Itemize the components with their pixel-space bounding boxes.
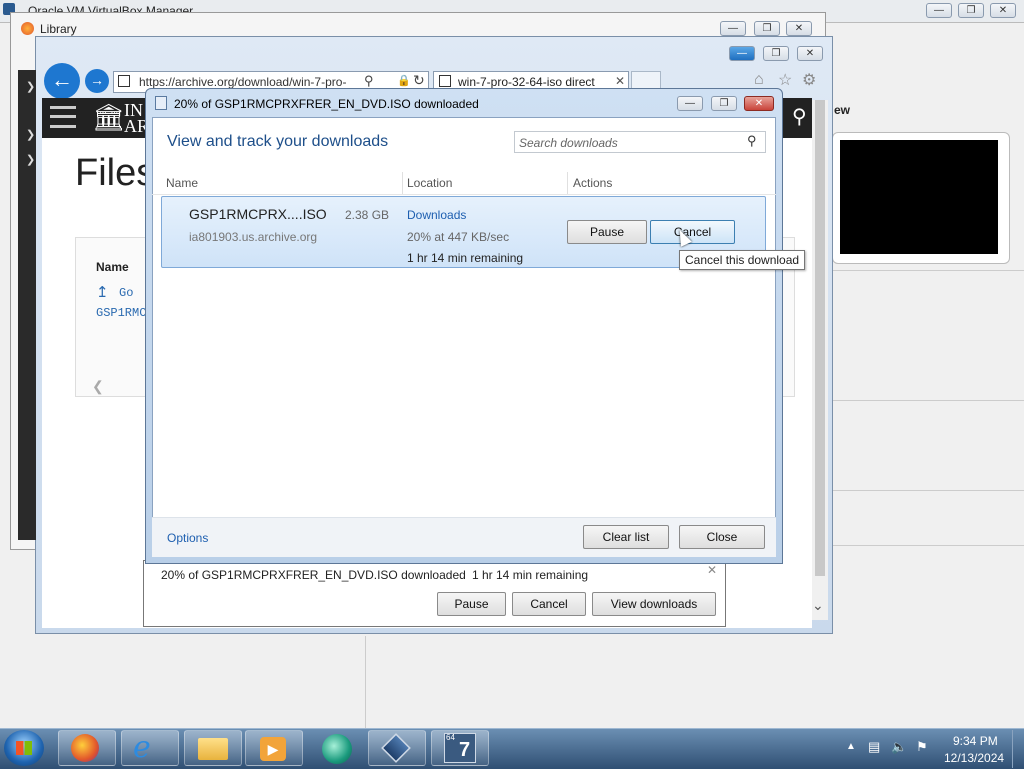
- view-downloads-button[interactable]: View downloads: [592, 592, 716, 616]
- download-icon: [155, 96, 167, 110]
- header-separator: [152, 194, 776, 195]
- media-player-icon: ▶: [260, 737, 286, 761]
- scrollbar-thumb[interactable]: [815, 100, 825, 576]
- download-size: 2.38 GB: [345, 208, 390, 222]
- vbox-divider: [365, 636, 366, 728]
- file-row-link[interactable]: GSP1RMC: [96, 306, 146, 320]
- win7-app-label: 64: [446, 733, 455, 742]
- ie-close-button[interactable]: ✕: [797, 46, 823, 61]
- download-progress-text: 20% at 447 KB/sec: [407, 230, 510, 244]
- library-maximize-button[interactable]: ❐: [754, 21, 780, 36]
- site-icon: [118, 75, 130, 87]
- lock-icon: 🔒: [397, 75, 411, 87]
- ie-taskbar-icon: e: [133, 730, 151, 765]
- download-filename: GSP1RMCPRX....ISO: [189, 206, 327, 222]
- vbox-divider: [830, 490, 1024, 491]
- folder-icon: [198, 738, 228, 760]
- archive-logo-icon: 🏛: [92, 102, 126, 132]
- hamburger-middle-line: [50, 115, 76, 118]
- download-remaining: 1 hr 14 min remaining: [407, 251, 524, 265]
- dialog-maximize-button[interactable]: ❐: [711, 96, 737, 111]
- tab-site-icon: [439, 75, 451, 87]
- parent-directory-link[interactable]: Go: [119, 286, 133, 300]
- home-icon[interactable]: ⌂: [754, 71, 764, 89]
- vbox-minimize-button[interactable]: —: [926, 3, 952, 18]
- column-divider: [567, 172, 568, 194]
- show-desktop-button[interactable]: [1012, 730, 1024, 768]
- volume-icon[interactable]: 🔈: [891, 739, 907, 755]
- table-head-name: Name: [96, 260, 129, 274]
- archive-search-icon[interactable]: ⚲: [792, 104, 807, 129]
- ie-maximize-button[interactable]: ❐: [763, 46, 789, 61]
- pause-button[interactable]: Pause: [567, 220, 647, 244]
- teal-app-icon[interactable]: [322, 734, 352, 764]
- horizontal-scroll-left-icon[interactable]: ❮: [92, 378, 104, 395]
- vbox-maximize-button[interactable]: ❐: [958, 3, 984, 18]
- vm-preview-screen: [840, 140, 998, 254]
- notification-close-icon[interactable]: ✕: [707, 563, 717, 577]
- search-icon[interactable]: ⚲: [747, 133, 757, 149]
- cancel-tooltip: Cancel this download: [679, 250, 806, 270]
- sidebar-arrow-icon[interactable]: ❯: [26, 128, 35, 141]
- notification-cancel-button[interactable]: Cancel: [512, 592, 586, 616]
- dialog-heading: View and track your downloads: [167, 133, 389, 150]
- tab-close-icon[interactable]: ✕: [615, 74, 625, 88]
- settings-gear-icon[interactable]: ⚙: [802, 70, 816, 90]
- dialog-title: 20% of GSP1RMCPRXFRER_EN_DVD.ISO downloa…: [174, 97, 479, 111]
- firefox-taskbar-icon: [71, 734, 99, 762]
- dialog-minimize-button[interactable]: —: [677, 96, 703, 111]
- library-minimize-button[interactable]: —: [720, 21, 746, 36]
- download-source: ia801903.us.archive.org: [189, 230, 318, 244]
- column-actions[interactable]: Actions: [573, 176, 612, 190]
- clock-time[interactable]: 9:34 PM: [953, 734, 998, 748]
- search-downloads-input[interactable]: Search downloads: [519, 136, 618, 150]
- library-close-button[interactable]: ✕: [786, 21, 812, 36]
- firefox-icon: [21, 22, 34, 35]
- ie-minimize-button[interactable]: —: [729, 46, 755, 61]
- tab-title: win-7-pro-32-64-iso direct: [458, 75, 595, 89]
- sidebar-arrow-icon[interactable]: ❯: [26, 80, 35, 93]
- address-search-icon[interactable]: ⚲: [364, 73, 374, 89]
- notification-pause-button[interactable]: Pause: [437, 592, 506, 616]
- firefox-library-title: Library: [40, 22, 77, 36]
- close-button[interactable]: Close: [679, 525, 765, 549]
- vbox-divider: [830, 400, 1024, 401]
- win7-app-digit: 7: [459, 739, 471, 761]
- back-button[interactable]: ←: [44, 63, 80, 99]
- action-center-flag-icon[interactable]: ⚑: [916, 739, 928, 755]
- windows-logo-icon: [16, 741, 32, 755]
- page-heading: Files: [75, 152, 156, 194]
- dialog-close-button[interactable]: ✕: [744, 96, 774, 111]
- network-icon[interactable]: ▤: [868, 739, 880, 755]
- forward-button[interactable]: →: [85, 69, 109, 93]
- vbox-close-button[interactable]: ✕: [990, 3, 1016, 18]
- cancel-button[interactable]: Cancel: [650, 220, 735, 244]
- sidebar-arrow-icon[interactable]: ❯: [26, 153, 35, 166]
- column-divider: [402, 172, 403, 194]
- options-link[interactable]: Options: [167, 531, 208, 545]
- column-name[interactable]: Name: [166, 176, 198, 190]
- parent-directory-icon[interactable]: ↥: [96, 283, 109, 301]
- scroll-down-arrow-icon[interactable]: ⌄: [812, 597, 824, 614]
- clock-date[interactable]: 12/13/2024: [944, 751, 1004, 765]
- dialog-body: [152, 117, 776, 557]
- notification-remaining: 1 hr 14 min remaining: [472, 568, 589, 582]
- address-url: https://archive.org/download/win-7-pro-: [139, 75, 347, 89]
- download-location-link[interactable]: Downloads: [407, 208, 466, 222]
- vbox-divider: [830, 270, 1024, 271]
- vbox-divider: [830, 545, 1024, 546]
- refresh-icon[interactable]: ↻: [413, 72, 425, 89]
- notification-text: 20% of GSP1RMCPRXFRER_EN_DVD.ISO downloa…: [161, 568, 466, 582]
- show-hidden-icons[interactable]: ▲: [846, 741, 856, 752]
- clear-list-button[interactable]: Clear list: [583, 525, 669, 549]
- preview-label: ew: [834, 103, 851, 117]
- favorites-star-icon[interactable]: ☆: [778, 70, 792, 90]
- column-location[interactable]: Location: [407, 176, 452, 190]
